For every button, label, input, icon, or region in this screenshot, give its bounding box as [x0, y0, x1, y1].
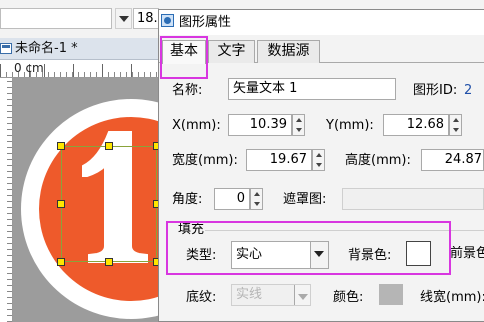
angle-stepper[interactable] — [250, 188, 263, 210]
resize-handle-sw[interactable] — [57, 258, 65, 266]
tab-text[interactable]: 文字 — [208, 40, 255, 63]
name-label: 名称: — [172, 83, 203, 98]
selection-box — [61, 146, 157, 262]
dialog-title: 图形属性 — [179, 15, 232, 30]
pattern-dropdown-icon — [294, 285, 310, 305]
height-field[interactable]: 24.87 — [421, 149, 484, 171]
tab-data-source[interactable]: 数据源 — [257, 40, 320, 63]
resize-handle-s[interactable] — [105, 258, 113, 266]
x-field[interactable]: 10.39 — [228, 114, 292, 136]
pattern-color-swatch — [379, 284, 403, 305]
x-stepper[interactable] — [292, 114, 305, 136]
width-label: 宽度(mm): — [172, 153, 238, 168]
foreground-color-label: 前景色 — [450, 246, 484, 261]
color-label: 颜色: — [333, 290, 364, 305]
vertical-ruler — [0, 78, 13, 322]
app-icon — [161, 14, 174, 27]
name-field[interactable]: 矢量文本 1 — [228, 78, 396, 100]
tab-highlight — [160, 36, 208, 79]
angle-label: 角度: — [172, 192, 203, 207]
resize-handle-n[interactable] — [105, 142, 113, 150]
resize-handle-nw[interactable] — [57, 142, 65, 150]
y-label: Y(mm): — [326, 118, 374, 133]
width-field[interactable]: 19.67 — [246, 149, 312, 171]
toolbar-dropdown-button[interactable] — [115, 8, 132, 29]
x-label: X(mm): — [172, 118, 221, 133]
document-tab[interactable]: 未命名-1 * — [15, 40, 78, 58]
pattern-label: 底纹: — [186, 290, 217, 305]
shape-id-value: 2 — [464, 83, 473, 98]
mask-label: 遮罩图: — [283, 192, 327, 207]
ruler-unit-label: 0 cm — [14, 61, 44, 75]
line-width-label: 线宽(mm): — [420, 290, 484, 305]
shape-id-label: 图形ID: — [413, 83, 458, 98]
height-label: 高度(mm): — [345, 153, 411, 168]
mask-field — [342, 188, 484, 210]
font-size-field[interactable]: 18. — [133, 8, 159, 29]
document-icon — [0, 43, 12, 54]
design-canvas[interactable] — [13, 78, 160, 322]
y-field[interactable]: 12.68 — [383, 114, 449, 136]
resize-handle-w[interactable] — [57, 200, 65, 208]
fill-highlight — [166, 221, 451, 275]
width-stepper[interactable] — [312, 149, 325, 171]
toolbar-combo[interactable] — [0, 8, 112, 29]
angle-field[interactable]: 0 — [214, 188, 250, 210]
y-stepper[interactable] — [449, 114, 462, 136]
